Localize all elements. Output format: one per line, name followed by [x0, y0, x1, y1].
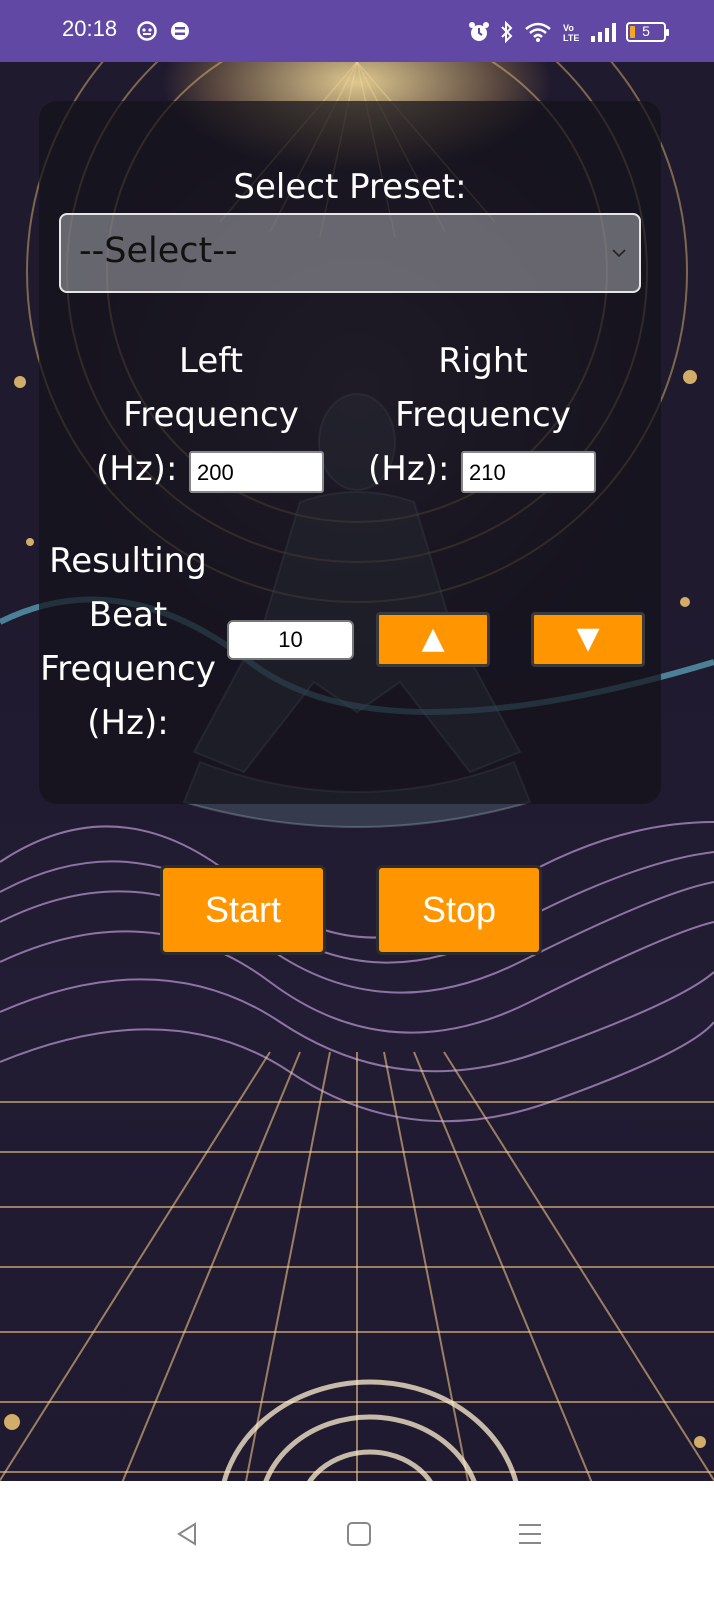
status-bar: 20:18 Vo LTE 5	[0, 0, 714, 62]
right-frequency-label-line-3: (Hz):	[368, 449, 450, 489]
status-icons: Vo LTE 5	[468, 18, 669, 46]
right-frequency-label-line-1: Right	[438, 341, 528, 381]
preset-selected-value: --Select--	[79, 231, 238, 271]
preset-select[interactable]: --Select--	[59, 213, 641, 293]
beat-frequency-label-line-3: Frequency	[40, 649, 216, 689]
navigation-bar	[0, 1481, 714, 1599]
menu-icon[interactable]	[517, 1521, 543, 1547]
notification-app-icon-2	[171, 22, 189, 40]
beat-frequency-input[interactable]: 10	[227, 620, 354, 660]
signal-icon	[591, 23, 616, 42]
start-button[interactable]: Start	[160, 865, 326, 955]
back-icon[interactable]	[175, 1521, 199, 1547]
battery-level: 5	[642, 23, 650, 39]
volte-icon: Vo LTE	[563, 23, 579, 43]
svg-text:Vo: Vo	[563, 23, 574, 33]
stop-button[interactable]: Stop	[376, 865, 542, 955]
wifi-icon	[525, 22, 551, 42]
bluetooth-icon	[501, 21, 513, 43]
preset-label: Select Preset:	[233, 167, 467, 207]
beat-frequency-label-line-1: Resulting	[49, 541, 207, 581]
battery-icon: 5	[626, 22, 669, 42]
beat-frequency-label-line-2: Beat	[88, 595, 168, 635]
status-time: 20:18	[62, 16, 118, 41]
alarm-icon	[469, 22, 489, 41]
left-frequency-label-line-3: (Hz):	[96, 449, 178, 489]
chevron-down-icon	[612, 249, 626, 258]
increase-beat-button[interactable]: ▲	[376, 612, 490, 667]
svg-text:LTE: LTE	[563, 33, 579, 43]
left-frequency-input[interactable]: 200	[189, 451, 324, 493]
notification-app-icon	[137, 21, 157, 41]
left-frequency-label-line-1: Left	[179, 341, 243, 381]
decrease-beat-button[interactable]: ▼	[531, 612, 645, 667]
left-frequency-label-line-2: Frequency	[123, 395, 299, 435]
right-frequency-input[interactable]: 210	[461, 451, 596, 493]
beat-frequency-label-line-4: (Hz):	[87, 703, 169, 743]
home-icon[interactable]	[346, 1521, 372, 1547]
right-frequency-label-line-2: Frequency	[395, 395, 571, 435]
